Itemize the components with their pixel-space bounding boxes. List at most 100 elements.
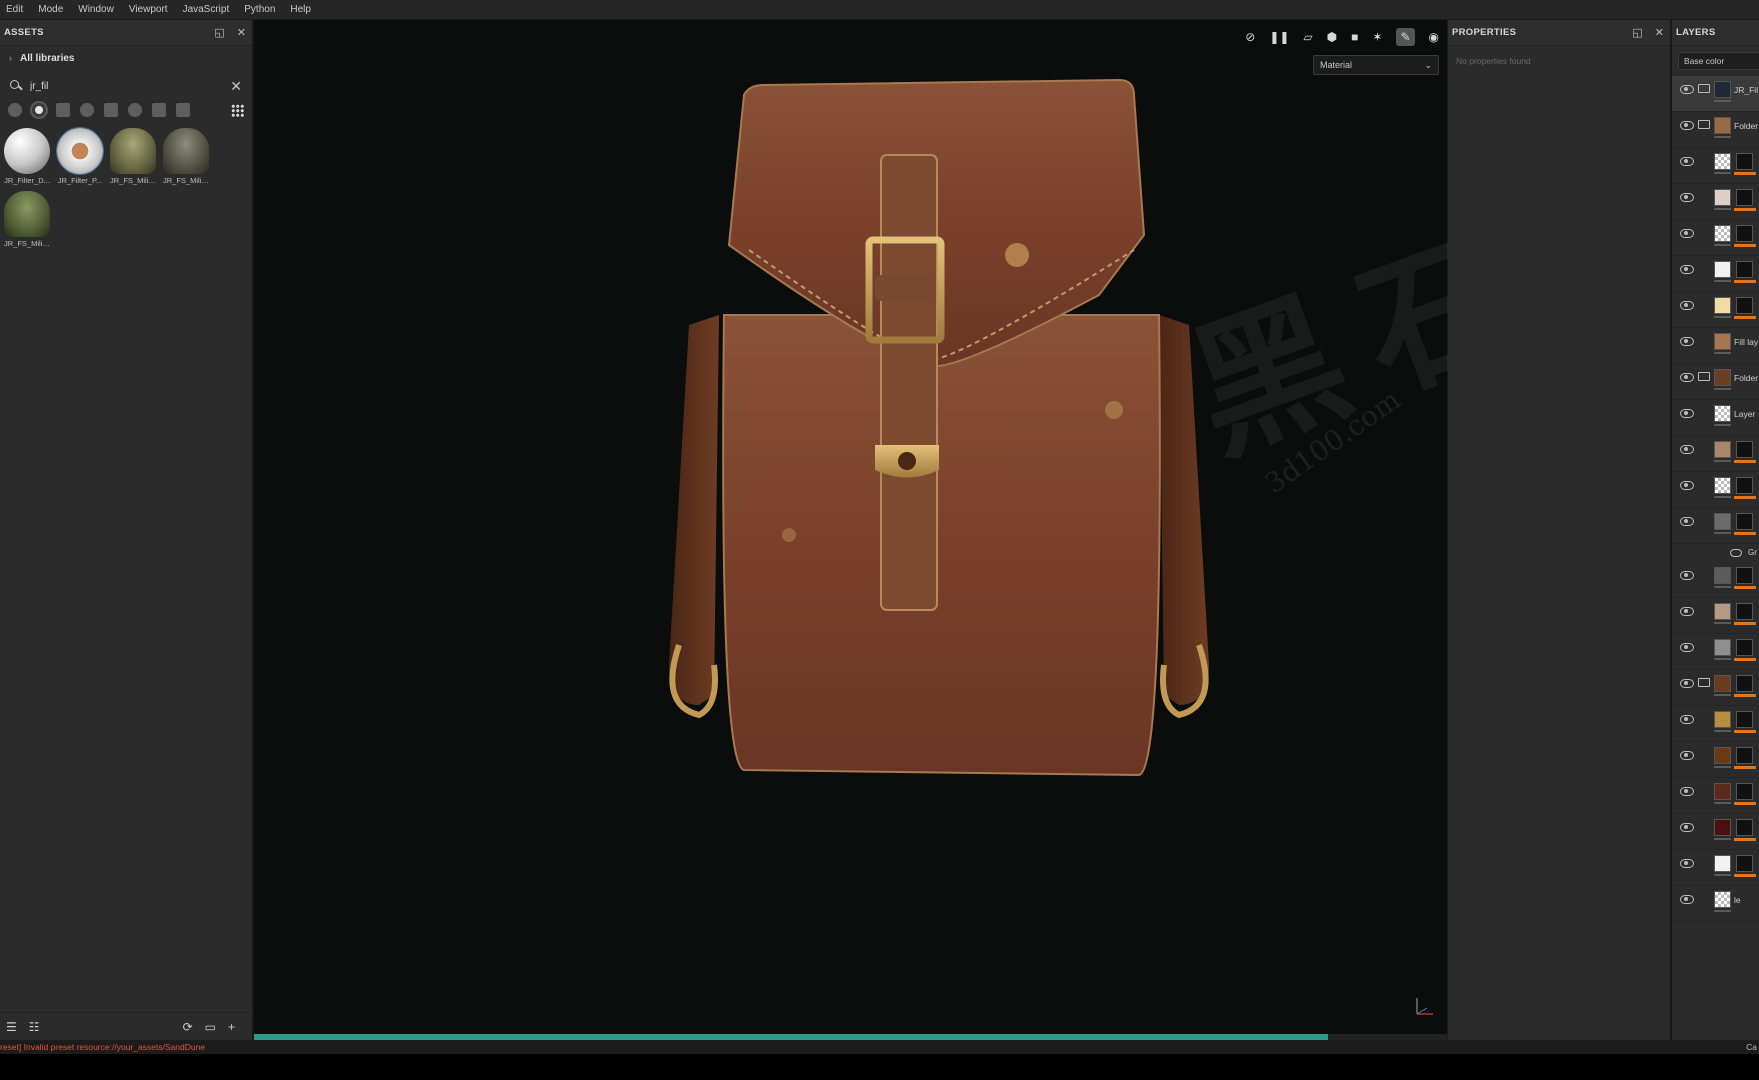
- eye-icon[interactable]: [1680, 679, 1694, 688]
- menu-viewport[interactable]: Viewport: [129, 4, 168, 15]
- eye-icon[interactable]: [1680, 121, 1694, 130]
- clear-search-icon[interactable]: ✕: [230, 78, 242, 95]
- layer-row[interactable]: Layer: [1672, 400, 1759, 436]
- hide-ui-icon[interactable]: ⊘: [1245, 30, 1255, 44]
- layer-row[interactable]: [1672, 814, 1759, 850]
- eye-icon[interactable]: [1680, 373, 1694, 382]
- layer-opacity-bar: [1734, 694, 1756, 697]
- filter-all-icon[interactable]: [8, 103, 22, 117]
- layer-row[interactable]: [1672, 220, 1759, 256]
- layer-row[interactable]: [1672, 850, 1759, 886]
- channel-select[interactable]: Base color: [1678, 52, 1759, 70]
- eye-icon[interactable]: [1680, 823, 1694, 832]
- eye-icon[interactable]: [1680, 85, 1694, 94]
- layer-row[interactable]: [1672, 472, 1759, 508]
- eye-icon[interactable]: [1680, 751, 1694, 760]
- eye-icon[interactable]: [1680, 301, 1694, 310]
- light-icon[interactable]: ✶: [1372, 30, 1382, 44]
- eye-icon[interactable]: [1680, 193, 1694, 202]
- tree-view-icon[interactable]: ☷: [29, 1020, 40, 1034]
- pause-icon[interactable]: ❚❚: [1269, 30, 1289, 44]
- undock-icon[interactable]: ◱: [214, 26, 224, 39]
- layer-row[interactable]: [1672, 670, 1759, 706]
- layer-blend-bar: [1714, 244, 1731, 246]
- layer-row[interactable]: [1672, 706, 1759, 742]
- layer-row[interactable]: [1672, 598, 1759, 634]
- menu-javascript[interactable]: JavaScript: [183, 4, 230, 15]
- layer-row[interactable]: le: [1672, 886, 1759, 922]
- layer-row[interactable]: [1672, 634, 1759, 670]
- screenshot-icon[interactable]: ◉: [1429, 30, 1439, 44]
- frame-icon[interactable]: ▱: [1303, 30, 1312, 44]
- layer-row[interactable]: Fill lay: [1672, 328, 1759, 364]
- asset-thumb[interactable]: JR_FS_Milit...: [163, 128, 209, 185]
- eye-icon[interactable]: [1680, 571, 1694, 580]
- library-selector[interactable]: › All libraries: [0, 46, 252, 70]
- layer-row[interactable]: [1672, 562, 1759, 598]
- filter-smart-material-icon[interactable]: [80, 103, 94, 117]
- layer-name[interactable]: Folder: [1734, 121, 1758, 131]
- layer-row[interactable]: [1672, 778, 1759, 814]
- asset-thumb[interactable]: JR_Filter_P...: [56, 127, 104, 185]
- filter-texture-icon[interactable]: [56, 103, 70, 117]
- layer-name[interactable]: le: [1734, 895, 1741, 905]
- layer-row[interactable]: [1672, 436, 1759, 472]
- camera-icon[interactable]: ■: [1351, 30, 1358, 44]
- paint-icon[interactable]: ✎: [1396, 28, 1415, 46]
- list-view-icon[interactable]: ☰: [6, 1020, 17, 1034]
- eye-icon[interactable]: [1730, 549, 1742, 557]
- eye-icon[interactable]: [1680, 607, 1694, 616]
- layer-row[interactable]: Folder: [1672, 364, 1759, 400]
- eye-icon[interactable]: [1680, 409, 1694, 418]
- layer-name[interactable]: Fill lay: [1734, 337, 1758, 347]
- layer-row[interactable]: [1672, 508, 1759, 544]
- layer-effect-row[interactable]: Gr: [1672, 544, 1759, 562]
- viewport[interactable]: ⊘ ❚❚ ▱ ⬢ ■ ✶ ✎ ◉ Material ⌄ 黑石 3d100.com: [254, 20, 1568, 1040]
- asset-thumb[interactable]: JR_FS_Milit...: [4, 191, 50, 248]
- menu-python[interactable]: Python: [244, 4, 275, 15]
- filter-environment-icon[interactable]: [176, 103, 190, 117]
- new-folder-icon[interactable]: ▭: [205, 1020, 216, 1034]
- layer-row[interactable]: Folder: [1672, 112, 1759, 148]
- layer-row[interactable]: [1672, 256, 1759, 292]
- viewport-mode-select[interactable]: Material ⌄: [1313, 55, 1439, 75]
- eye-icon[interactable]: [1680, 337, 1694, 346]
- layer-name[interactable]: Folder: [1734, 373, 1758, 383]
- filter-material-icon[interactable]: [32, 103, 46, 117]
- close-icon[interactable]: ✕: [237, 26, 246, 39]
- eye-icon[interactable]: [1680, 517, 1694, 526]
- layer-row[interactable]: [1672, 148, 1759, 184]
- eye-icon[interactable]: [1680, 157, 1694, 166]
- filter-brush-icon[interactable]: [104, 103, 118, 117]
- eye-icon[interactable]: [1680, 445, 1694, 454]
- search-input[interactable]: [30, 80, 231, 92]
- eye-icon[interactable]: [1680, 229, 1694, 238]
- eye-icon[interactable]: [1680, 481, 1694, 490]
- asset-thumb[interactable]: JR_FS_Milit...: [110, 128, 156, 185]
- eye-icon[interactable]: [1680, 265, 1694, 274]
- eye-icon[interactable]: [1680, 643, 1694, 652]
- eye-icon[interactable]: [1680, 715, 1694, 724]
- menu-window[interactable]: Window: [78, 4, 114, 15]
- layer-row[interactable]: [1672, 292, 1759, 328]
- menu-mode[interactable]: Mode: [38, 4, 63, 15]
- grid-view-icon[interactable]: [231, 103, 244, 117]
- add-icon[interactable]: +: [228, 1020, 235, 1034]
- layer-row[interactable]: JR_Fil: [1672, 76, 1759, 112]
- eye-icon[interactable]: [1680, 895, 1694, 904]
- filter-alpha-icon[interactable]: [128, 103, 142, 117]
- asset-thumb[interactable]: JR_Filter_D...: [4, 128, 50, 185]
- layer-name[interactable]: JR_Fil: [1734, 85, 1758, 95]
- layer-name[interactable]: Layer: [1734, 409, 1755, 419]
- refresh-icon[interactable]: ⟳: [183, 1020, 193, 1034]
- cube-icon[interactable]: ⬢: [1327, 30, 1337, 44]
- menu-help[interactable]: Help: [290, 4, 311, 15]
- eye-icon[interactable]: [1680, 787, 1694, 796]
- close-icon[interactable]: ✕: [1655, 26, 1664, 39]
- filter-grunge-icon[interactable]: [152, 103, 166, 117]
- menu-edit[interactable]: Edit: [6, 4, 23, 15]
- layer-row[interactable]: [1672, 184, 1759, 220]
- undock-icon[interactable]: ◱: [1632, 26, 1642, 39]
- layer-row[interactable]: [1672, 742, 1759, 778]
- eye-icon[interactable]: [1680, 859, 1694, 868]
